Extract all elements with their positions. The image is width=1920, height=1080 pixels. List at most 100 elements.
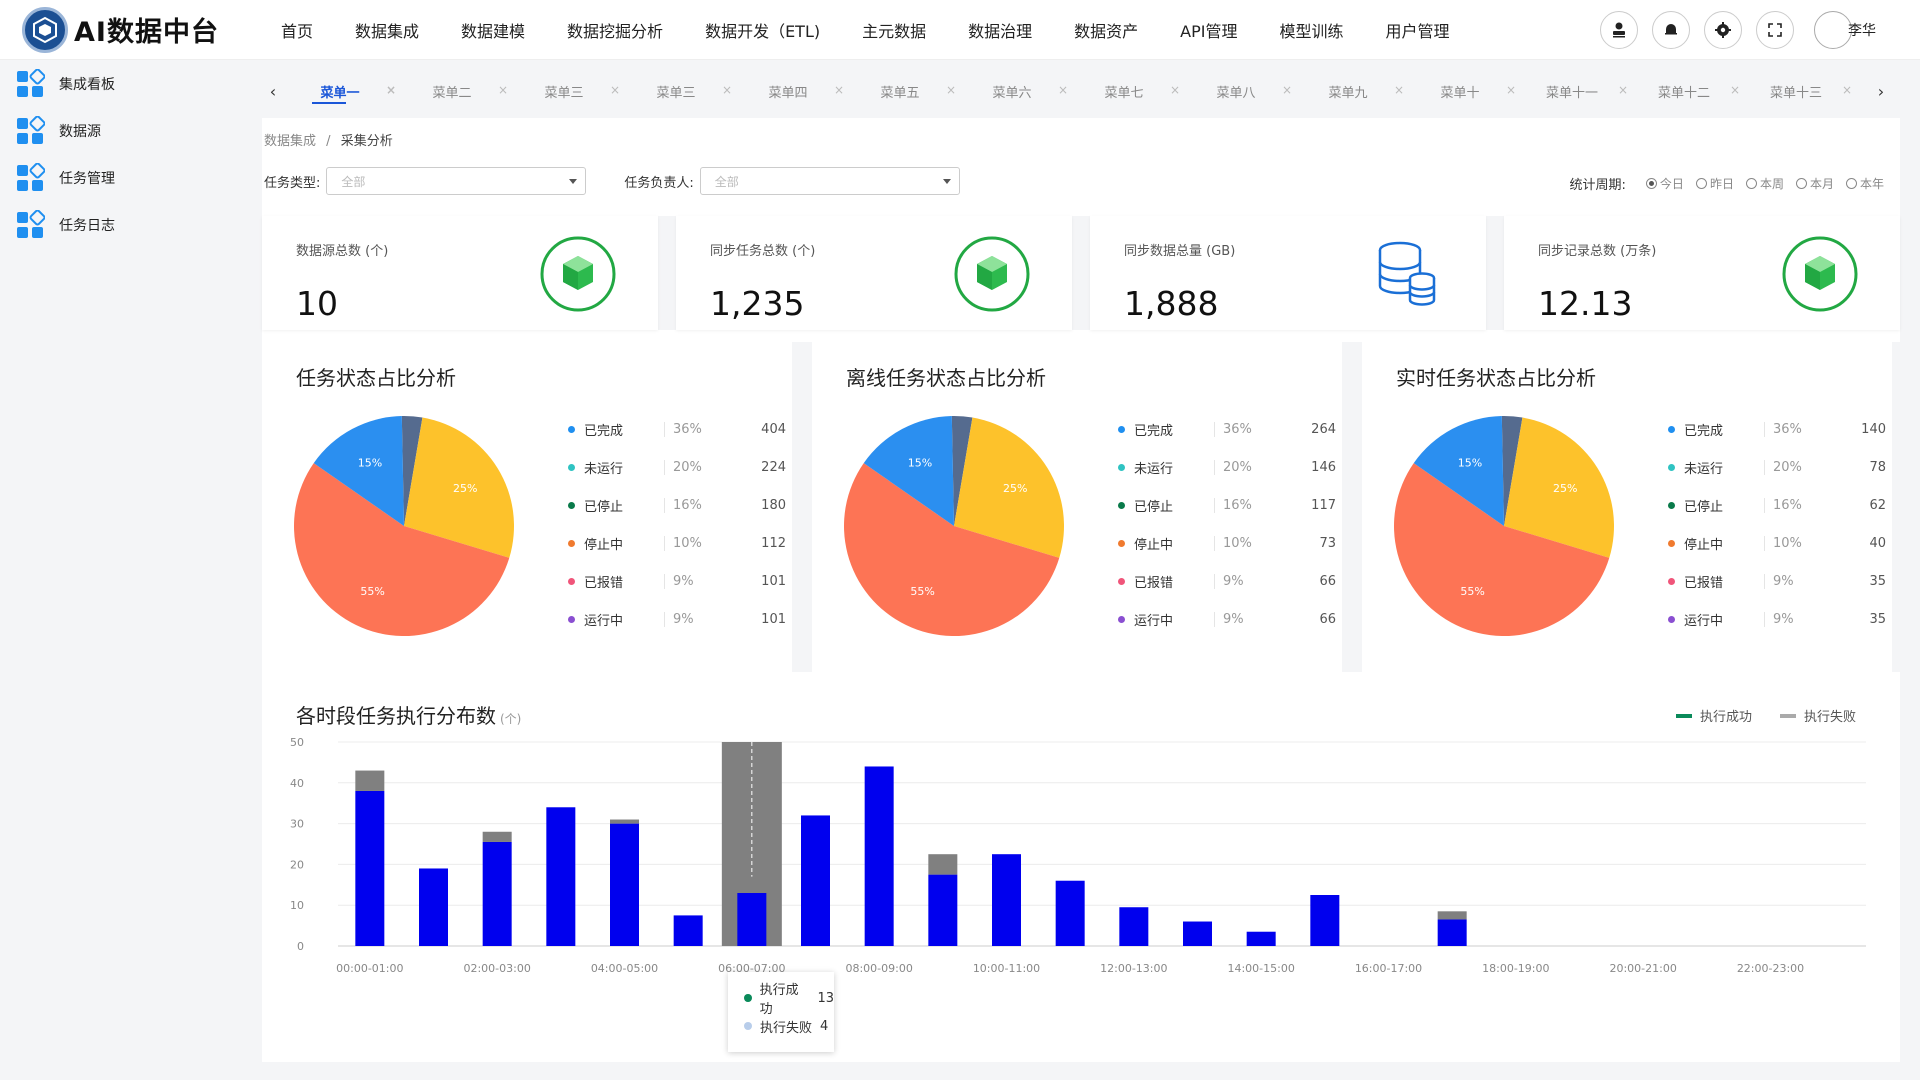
- tab-12[interactable]: 菜单十二 ×: [1628, 72, 1740, 110]
- radio-icon: [1645, 178, 1657, 189]
- close-icon[interactable]: ×: [1394, 83, 1404, 97]
- tab-11[interactable]: 菜单十一 ×: [1516, 72, 1628, 110]
- pie-legend: 已完成 36% 264 未运行 20% 146 已停止 16% 117 停止中 10% 73 已报错 9%…: [1118, 410, 1338, 638]
- tab-6[interactable]: 菜单六 ×: [956, 72, 1068, 110]
- pie-title: 任务状态占比分析: [296, 366, 456, 390]
- close-icon[interactable]: ×: [834, 83, 844, 97]
- close-icon[interactable]: ×: [1506, 83, 1516, 97]
- close-icon[interactable]: ×: [498, 83, 508, 97]
- nav-item-1[interactable]: 数据集成: [334, 18, 440, 42]
- tab-2[interactable]: 菜单三 ×: [508, 72, 620, 110]
- legend-dot: [1118, 501, 1125, 509]
- legend-percent: 16%: [664, 497, 746, 513]
- sidebar-item-2[interactable]: 任务管理: [0, 154, 250, 201]
- close-icon[interactable]: ×: [722, 83, 732, 97]
- legend-name: 停止中: [1684, 537, 1724, 553]
- legend-row[interactable]: 已完成 36% 264: [1118, 410, 1338, 448]
- nav-item-4[interactable]: 数据开发（ETL): [684, 18, 841, 42]
- close-icon[interactable]: ×: [1170, 83, 1180, 97]
- legend-row[interactable]: 未运行 20% 146: [1118, 448, 1338, 486]
- tab-4[interactable]: 菜单四 ×: [732, 72, 844, 110]
- legend-dot: [1668, 501, 1675, 509]
- owner-select[interactable]: 全部: [699, 167, 960, 195]
- close-icon[interactable]: ×: [610, 83, 620, 97]
- tab-1[interactable]: 菜单二 ×: [396, 72, 508, 110]
- legend-row[interactable]: 已报错 9% 35: [1668, 562, 1888, 600]
- settings-button[interactable]: [1704, 11, 1742, 49]
- nav-item-6[interactable]: 数据治理: [947, 18, 1053, 42]
- legend-fail[interactable]: 执行失败: [1779, 706, 1856, 725]
- close-icon[interactable]: ×: [1730, 83, 1740, 97]
- legend-dot: [568, 501, 575, 509]
- tab-13[interactable]: 菜单十三 ×: [1740, 72, 1852, 110]
- close-icon[interactable]: ×: [386, 83, 396, 97]
- close-icon[interactable]: ×: [1618, 83, 1628, 97]
- tab-scroll-right-icon[interactable]: ›: [1870, 82, 1892, 101]
- pie-panel-0: 任务状态占比分析 25% 55% 15% 已完成 36% 404 未运行 20% 224 已停止 16…: [262, 342, 792, 672]
- tab-7[interactable]: 菜单七 ×: [1068, 72, 1180, 110]
- legend-percent: 36%: [664, 421, 746, 437]
- sidebar-item-1[interactable]: 数据源: [0, 107, 250, 154]
- close-icon[interactable]: ×: [1058, 83, 1068, 97]
- tab-5[interactable]: 菜单五 ×: [844, 72, 956, 110]
- close-icon[interactable]: ×: [1282, 83, 1292, 97]
- tab-scroll-left-icon[interactable]: ‹: [262, 82, 284, 101]
- stat-card-1: 同步任务总数 (个) 1,235: [676, 216, 1072, 330]
- tab-8[interactable]: 菜单八 ×: [1180, 72, 1292, 110]
- legend-row[interactable]: 未运行 20% 224: [568, 448, 788, 486]
- legend-row[interactable]: 已完成 36% 140: [1668, 410, 1888, 448]
- bar-success: [1183, 921, 1212, 946]
- legend-row[interactable]: 运行中 9% 66: [1118, 600, 1338, 638]
- nav-item-0[interactable]: 首页: [260, 18, 334, 42]
- sidebar-item-0[interactable]: 集成看板: [0, 60, 250, 107]
- period-radio-2[interactable]: 本周: [1745, 175, 1784, 192]
- tab-9[interactable]: 菜单九 ×: [1292, 72, 1404, 110]
- sidebar-item-3[interactable]: 任务日志: [0, 201, 250, 248]
- legend-fail-label: 执行失败: [1803, 710, 1856, 725]
- pie-slice-label: 15%: [358, 457, 382, 470]
- nav-item-8[interactable]: API管理: [1159, 18, 1258, 42]
- fullscreen-button[interactable]: [1756, 11, 1794, 49]
- legend-row[interactable]: 已停止 16% 62: [1668, 486, 1888, 524]
- nav-item-7[interactable]: 数据资产: [1053, 18, 1159, 42]
- period-radio-1[interactable]: 昨日: [1695, 175, 1734, 192]
- legend-row[interactable]: 已报错 9% 66: [1118, 562, 1338, 600]
- close-icon[interactable]: ×: [1842, 83, 1852, 97]
- period-radio-3[interactable]: 本月: [1795, 175, 1834, 192]
- database-icon: [1378, 241, 1436, 306]
- legend-row[interactable]: 已完成 36% 404: [568, 410, 788, 448]
- legend-row[interactable]: 停止中 10% 73: [1118, 524, 1338, 562]
- legend-name: 已停止: [584, 499, 624, 515]
- period-radio-4[interactable]: 本年: [1845, 175, 1884, 192]
- nav-item-10[interactable]: 用户管理: [1365, 18, 1471, 42]
- tab-bar: ‹ 菜单一 × 菜单二 × 菜单三 × 菜单三 × 菜单四 × 菜单五 × 菜单六 × 菜单七 × 菜单八 × 菜单…: [262, 72, 1892, 110]
- breadcrumb-parent[interactable]: 数据集成: [264, 134, 316, 149]
- user-menu[interactable]: 李华: [1814, 11, 1876, 49]
- tab-3[interactable]: 菜单三 ×: [620, 72, 732, 110]
- legend-row[interactable]: 停止中 10% 40: [1668, 524, 1888, 562]
- legend-row[interactable]: 已停止 16% 117: [1118, 486, 1338, 524]
- y-tick-label: 0: [297, 940, 304, 953]
- tab-0[interactable]: 菜单一 ×: [284, 72, 396, 110]
- tab-10[interactable]: 菜单十 ×: [1404, 72, 1516, 110]
- nav-item-2[interactable]: 数据建模: [440, 18, 546, 42]
- app-logo[interactable]: AI数据中台: [0, 6, 260, 53]
- legend-name: 运行中: [1134, 613, 1174, 629]
- nav-item-5[interactable]: 主元数据: [841, 18, 947, 42]
- legend-row[interactable]: 停止中 10% 112: [568, 524, 788, 562]
- legend-row[interactable]: 运行中 9% 101: [568, 600, 788, 638]
- legend-row[interactable]: 已停止 16% 180: [568, 486, 788, 524]
- legend-row[interactable]: 运行中 9% 35: [1668, 600, 1888, 638]
- nav-item-3[interactable]: 数据挖掘分析: [546, 18, 684, 42]
- notification-button[interactable]: [1652, 11, 1690, 49]
- nav-item-9[interactable]: 模型训练: [1258, 18, 1364, 42]
- user-stamp-button[interactable]: [1600, 11, 1638, 49]
- legend-success[interactable]: 执行成功: [1675, 706, 1752, 725]
- close-icon[interactable]: ×: [946, 83, 956, 97]
- task-type-select[interactable]: 全部: [326, 167, 587, 195]
- y-tick-label: 20: [290, 858, 304, 871]
- period-radio-0[interactable]: 今日: [1645, 175, 1684, 192]
- legend-row[interactable]: 未运行 20% 78: [1668, 448, 1888, 486]
- legend-dot: [1668, 615, 1675, 623]
- legend-row[interactable]: 已报错 9% 101: [568, 562, 788, 600]
